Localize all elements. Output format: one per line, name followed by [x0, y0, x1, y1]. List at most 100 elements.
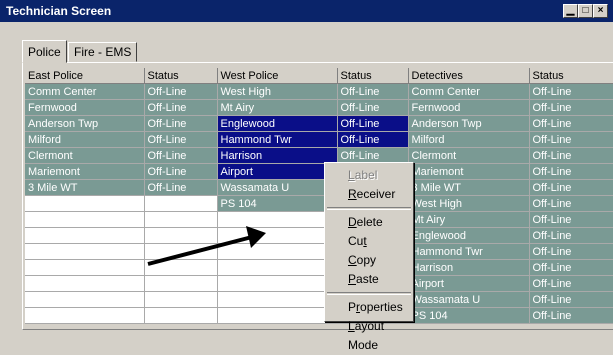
- status-cell[interactable]: Off-Line: [529, 163, 613, 180]
- unit-cell[interactable]: 3 Mile WT: [25, 179, 145, 196]
- status-cell[interactable]: Off-Line: [529, 83, 613, 100]
- status-cell[interactable]: Off-Line: [529, 275, 613, 292]
- unit-cell[interactable]: [217, 291, 338, 308]
- menu-item-layout-mode[interactable]: Layout Mode: [325, 317, 413, 352]
- close-button[interactable]: ×: [593, 4, 608, 18]
- unit-cell[interactable]: Englewood: [217, 115, 338, 132]
- table-row[interactable]: PS 104 Off-Line: [25, 307, 613, 324]
- status-cell[interactable]: Off-Line: [144, 115, 218, 132]
- status-cell[interactable]: Off-Line: [529, 131, 613, 148]
- unit-cell[interactable]: Mariemont: [408, 163, 530, 180]
- status-cell[interactable]: Off-Line: [529, 211, 613, 228]
- unit-cell[interactable]: Harrison: [217, 147, 338, 164]
- status-cell[interactable]: Off-Line: [529, 227, 613, 244]
- menu-item-copy[interactable]: Copy: [325, 251, 413, 270]
- unit-cell[interactable]: West High: [217, 83, 338, 100]
- unit-cell[interactable]: Clermont: [25, 147, 145, 164]
- unit-cell[interactable]: Wassamata U: [217, 179, 338, 196]
- table-row[interactable]: Anderson Twp Off-Line Englewood Off-Line And…: [25, 115, 613, 132]
- minimize-button[interactable]: ▁: [563, 4, 578, 18]
- unit-cell[interactable]: [25, 211, 145, 228]
- header-east-police[interactable]: East Police: [25, 68, 145, 84]
- unit-cell[interactable]: Wassamata U: [408, 291, 530, 308]
- status-cell[interactable]: [144, 195, 218, 212]
- status-cell[interactable]: Off-Line: [529, 259, 613, 276]
- status-cell[interactable]: Off-Line: [337, 115, 409, 132]
- status-cell[interactable]: Off-Line: [529, 179, 613, 196]
- header-status-east[interactable]: Status: [144, 68, 218, 84]
- tab-fire-ems[interactable]: Fire - EMS: [68, 42, 138, 62]
- unit-cell[interactable]: Mt Airy: [408, 211, 530, 228]
- unit-cell[interactable]: West High: [408, 195, 530, 212]
- table-row[interactable]: 3 Mile WTOff-LineWassamata UOff-Line3 Mi…: [25, 179, 613, 196]
- status-cell[interactable]: Off-Line: [144, 163, 218, 180]
- unit-cell[interactable]: [25, 307, 145, 324]
- unit-cell[interactable]: 3 Mile WT: [408, 179, 530, 196]
- unit-cell[interactable]: Harrison: [408, 259, 530, 276]
- tab-police[interactable]: Police: [22, 40, 67, 63]
- table-row[interactable]: Airport Off-Line: [25, 275, 613, 292]
- status-cell[interactable]: [144, 291, 218, 308]
- unit-cell[interactable]: Anderson Twp: [408, 115, 530, 132]
- header-status-detectives[interactable]: Status: [529, 68, 613, 84]
- table-row[interactable]: Milford Off-Line Hammond Twr Off-Line Milfor…: [25, 131, 613, 148]
- unit-cell[interactable]: PS 104: [217, 195, 338, 212]
- header-status-west[interactable]: Status: [337, 68, 409, 84]
- unit-cell[interactable]: Hammond Twr: [217, 131, 338, 148]
- unit-cell[interactable]: Englewood: [408, 227, 530, 244]
- unit-cell[interactable]: Milford: [408, 131, 530, 148]
- unit-cell[interactable]: Milford: [25, 131, 145, 148]
- status-cell[interactable]: Off-Line: [337, 99, 409, 116]
- status-cell[interactable]: Off-Line: [337, 131, 409, 148]
- unit-cell[interactable]: [25, 195, 145, 212]
- menu-item-paste[interactable]: Paste: [325, 270, 413, 289]
- unit-cell[interactable]: Fernwood: [25, 99, 145, 116]
- unit-cell[interactable]: [25, 291, 145, 308]
- unit-cell[interactable]: Comm Center: [408, 83, 530, 100]
- unit-cell[interactable]: [25, 275, 145, 292]
- status-cell[interactable]: Off-Line: [144, 131, 218, 148]
- header-west-police[interactable]: West Police: [217, 68, 338, 84]
- unit-cell[interactable]: [25, 227, 145, 244]
- table-row[interactable]: Englewood Off-Line: [25, 227, 613, 244]
- status-cell[interactable]: Off-Line: [144, 99, 218, 116]
- unit-cell[interactable]: PS 104: [408, 307, 530, 324]
- menu-item-cut[interactable]: Cut: [325, 232, 413, 251]
- unit-cell[interactable]: [217, 307, 338, 324]
- header-detectives[interactable]: Detectives: [408, 68, 530, 84]
- unit-cell[interactable]: Airport: [217, 163, 338, 180]
- table-row[interactable]: MariemontOff-LineAirportOff-LineMariemon…: [25, 163, 613, 180]
- table-row[interactable]: Comm Center Off-Line West High Off-Line Comm…: [25, 83, 613, 100]
- unit-cell[interactable]: Airport: [408, 275, 530, 292]
- status-cell[interactable]: Off-Line: [529, 99, 613, 116]
- menu-item-properties[interactable]: Properties: [325, 298, 413, 317]
- title-bar[interactable]: Technician Screen ▁ □ ×: [0, 0, 613, 22]
- status-cell[interactable]: Off-Line: [144, 179, 218, 196]
- table-row[interactable]: Harrison Off-Line: [25, 259, 613, 276]
- table-row[interactable]: Mt Airy Off-Line: [25, 211, 613, 228]
- table-row[interactable]: Hammond Twr Off-Line: [25, 243, 613, 260]
- status-cell[interactable]: Off-Line: [144, 147, 218, 164]
- maximize-button[interactable]: □: [578, 4, 593, 18]
- unit-cell[interactable]: Mt Airy: [217, 99, 338, 116]
- status-cell[interactable]: Off-Line: [529, 147, 613, 164]
- unit-cell[interactable]: Hammond Twr: [408, 243, 530, 260]
- unit-cell[interactable]: Comm Center: [25, 83, 145, 100]
- status-cell[interactable]: [144, 275, 218, 292]
- status-cell[interactable]: Off-Line: [529, 307, 613, 324]
- table-row[interactable]: Fernwood Off-Line Mt Airy Off-Line Fernwood O…: [25, 99, 613, 116]
- status-cell[interactable]: Off-Line: [529, 291, 613, 308]
- unit-cell[interactable]: [25, 243, 145, 260]
- menu-item-delete[interactable]: Delete: [325, 213, 413, 232]
- unit-cell[interactable]: Mariemont: [25, 163, 145, 180]
- unit-cell[interactable]: [25, 259, 145, 276]
- table-row[interactable]: PS 104 West High Off-Line: [25, 195, 613, 212]
- status-cell[interactable]: [144, 307, 218, 324]
- status-cell[interactable]: Off-Line: [529, 195, 613, 212]
- status-cell[interactable]: Off-Line: [144, 83, 218, 100]
- unit-cell[interactable]: Clermont: [408, 147, 530, 164]
- unit-cell[interactable]: Anderson Twp: [25, 115, 145, 132]
- status-cell[interactable]: Off-Line: [529, 115, 613, 132]
- unit-cell[interactable]: [217, 275, 338, 292]
- status-cell[interactable]: Off-Line: [529, 243, 613, 260]
